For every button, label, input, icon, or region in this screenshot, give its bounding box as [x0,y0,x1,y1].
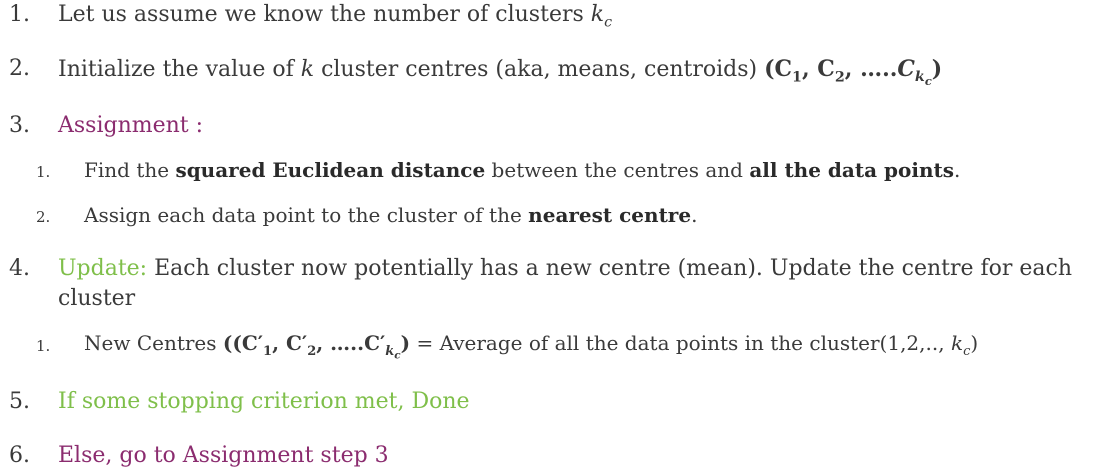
list-number: 4. [9,256,30,281]
step-1-text: Let us assume we know the number of clus… [58,2,584,27]
sub-text: New Centres ((C′1, C′2, …..C′kc) = Avera… [84,331,979,362]
math-new-centres: ((C′1, C′2, …..C′kc) [222,331,411,362]
math-kc: kc [590,2,613,31]
list-number: 1. [9,2,30,27]
math-cluster-range: (1,2,.., kc) [879,331,979,359]
sub-number: 1. [36,337,51,355]
assignment-label: Assignment : [58,113,204,138]
sub-text: Assign each data point to the cluster of… [84,203,698,227]
sub-text: Find the squared Euclidean distance betw… [84,158,961,182]
stopping-criterion-text: If some stopping criterion met, Done [58,389,470,414]
list-text-continued: cluster [58,286,136,311]
sub-number: 2. [36,208,51,226]
list-text: Update: Each cluster now potentially has… [58,256,1073,281]
list-number: 2. [9,56,30,81]
list-number: 5. [9,389,30,414]
sub-number: 1. [36,163,51,181]
update-label: Update: [58,256,148,281]
else-step-text: Else, go to Assignment step 3 [58,443,389,468]
list-number: 6. [9,443,30,468]
list-text: Initialize the value of k cluster centre… [58,56,943,89]
math-centroid-tuple: (C1, C2, …..Ckc) [764,56,943,89]
list-number: 3. [9,113,30,138]
list-text: Let us assume we know the number of clus… [58,2,612,30]
